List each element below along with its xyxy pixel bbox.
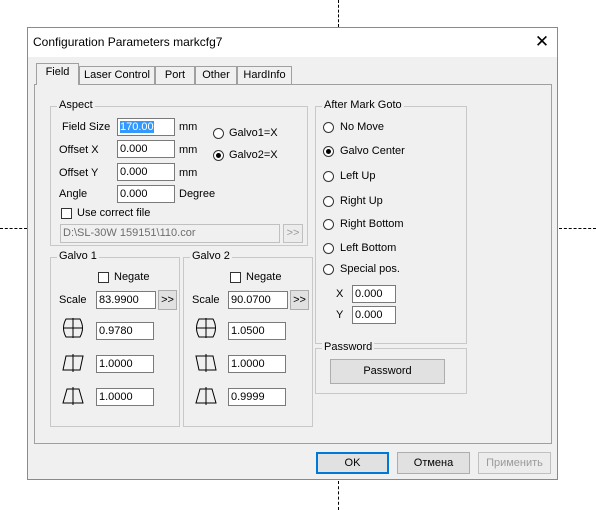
galvo2-trapezoid-input[interactable]: 0.9999 [228, 388, 286, 406]
password-group: Password Password [315, 341, 467, 394]
galvo2-x-radio[interactable] [213, 150, 224, 161]
left-bottom-label[interactable]: Left Bottom [340, 242, 396, 254]
galvo2-negate-label[interactable]: Negate [246, 271, 281, 283]
right-bottom-label[interactable]: Right Bottom [340, 218, 404, 230]
title-bar: Configuration Parameters markcfg7 ✕ [28, 28, 557, 57]
galvo1-scale-label: Scale [59, 294, 87, 306]
right-up-radio[interactable] [323, 196, 334, 207]
galvo2-scale-input[interactable]: 90.0700 [228, 291, 288, 309]
after-mark-goto-group: After Mark Goto No Move Galvo Center Lef… [315, 99, 467, 344]
guide-line-bottom [338, 481, 339, 510]
tab-other[interactable]: Other [195, 66, 237, 84]
apply-button[interactable]: Применить [478, 452, 551, 474]
dialog-title: Configuration Parameters markcfg7 [33, 35, 223, 49]
galvo1-group-label: Galvo 1 [57, 250, 99, 262]
galvo2-scale-button[interactable]: >> [290, 290, 309, 310]
no-move-label[interactable]: No Move [340, 121, 384, 133]
galvo1-group: Galvo 1 Negate Scale 83.9900 >> 0.9780 1… [50, 250, 180, 427]
angle-unit: Degree [179, 188, 216, 200]
tab-field[interactable]: Field [36, 63, 79, 85]
special-y-label: Y [336, 309, 344, 321]
use-correct-file-label[interactable]: Use correct file [77, 207, 150, 219]
galvo2-scale-label: Scale [192, 294, 220, 306]
offset-x-label: Offset X [59, 144, 99, 156]
barrel-distortion-icon [196, 318, 216, 338]
special-pos-label[interactable]: Special pos. [340, 263, 400, 275]
galvo1-negate-checkbox[interactable] [98, 272, 109, 283]
galvo-center-label[interactable]: Galvo Center [340, 145, 405, 157]
correct-file-path-input[interactable]: D:\SL-30W 159151\110.cor [60, 224, 280, 243]
angle-input[interactable]: 0.000 [117, 185, 175, 203]
galvo2-x-label[interactable]: Galvo2=X [229, 149, 278, 161]
field-size-label: Field Size [62, 121, 111, 133]
guide-line-top [338, 0, 339, 27]
tab-strip: Field Laser Control Port Other HardInfo [34, 63, 334, 85]
galvo1-negate-label[interactable]: Negate [114, 271, 149, 283]
offset-y-input[interactable]: 0.000 [117, 163, 175, 181]
offset-y-unit: mm [179, 167, 198, 179]
parallelogram-icon [195, 354, 217, 372]
galvo1-trapezoid-input[interactable]: 1.0000 [96, 388, 154, 406]
galvo2-parallelogram-input[interactable]: 1.0000 [228, 355, 286, 373]
galvo-center-radio[interactable] [323, 146, 334, 157]
no-move-radio[interactable] [323, 122, 334, 133]
trapezoid-icon [195, 387, 217, 405]
right-bottom-radio[interactable] [323, 219, 334, 230]
offset-y-label: Offset Y [59, 167, 99, 179]
angle-label: Angle [59, 188, 88, 200]
galvo2-group: Galvo 2 Negate Scale 90.0700 >> 1.0500 1… [183, 250, 313, 427]
field-tab-page: Aspect Field Size 170.00 mm Offset X 0.0… [34, 84, 552, 444]
tab-label: HardInfo [243, 69, 286, 81]
right-up-label[interactable]: Right Up [340, 195, 383, 207]
close-icon[interactable]: ✕ [527, 28, 557, 57]
parallelogram-icon [62, 354, 84, 372]
use-correct-file-checkbox[interactable] [61, 208, 72, 219]
cancel-button[interactable]: Отмена [397, 452, 470, 474]
guide-line-right [559, 228, 596, 229]
left-up-radio[interactable] [323, 171, 334, 182]
field-size-unit: mm [179, 121, 198, 133]
galvo1-barrel-input[interactable]: 0.9780 [96, 322, 154, 340]
special-x-input[interactable]: 0.000 [352, 285, 396, 303]
offset-x-unit: mm [179, 144, 198, 156]
ok-button[interactable]: OK [316, 452, 389, 474]
tab-label: Field [45, 66, 70, 78]
galvo1-x-label[interactable]: Galvo1=X [229, 127, 278, 139]
field-size-value: 170.00 [120, 121, 154, 133]
tab-label: Other [202, 69, 230, 81]
galvo2-barrel-input[interactable]: 1.0500 [228, 322, 286, 340]
galvo2-group-label: Galvo 2 [190, 250, 232, 262]
password-group-label: Password [322, 341, 375, 353]
left-up-label[interactable]: Left Up [340, 170, 375, 182]
after-mark-goto-label: After Mark Goto [322, 99, 404, 111]
password-button[interactable]: Password [330, 359, 445, 384]
galvo1-x-radio[interactable] [213, 128, 224, 139]
offset-x-input[interactable]: 0.000 [117, 140, 175, 158]
aspect-group-label: Aspect [57, 99, 95, 111]
configuration-dialog: Configuration Parameters markcfg7 ✕ Fiel… [27, 27, 558, 480]
tab-hardinfo[interactable]: HardInfo [237, 66, 292, 84]
guide-line-left [0, 228, 27, 229]
galvo1-parallelogram-input[interactable]: 1.0000 [96, 355, 154, 373]
tab-port[interactable]: Port [155, 66, 195, 84]
galvo2-negate-checkbox[interactable] [230, 272, 241, 283]
aspect-group: Aspect Field Size 170.00 mm Offset X 0.0… [50, 99, 308, 246]
galvo1-scale-input[interactable]: 83.9900 [96, 291, 156, 309]
special-pos-radio[interactable] [323, 264, 334, 275]
tab-laser-control[interactable]: Laser Control [79, 66, 155, 84]
tab-label: Port [164, 69, 186, 81]
barrel-distortion-icon [63, 318, 83, 338]
correct-file-browse-button[interactable]: >> [283, 224, 303, 243]
special-x-label: X [336, 288, 344, 300]
special-y-input[interactable]: 0.000 [352, 306, 396, 324]
tab-label: Laser Control [83, 69, 151, 81]
galvo1-scale-button[interactable]: >> [158, 290, 177, 310]
field-size-input[interactable]: 170.00 [117, 118, 175, 136]
trapezoid-icon [62, 387, 84, 405]
left-bottom-radio[interactable] [323, 243, 334, 254]
